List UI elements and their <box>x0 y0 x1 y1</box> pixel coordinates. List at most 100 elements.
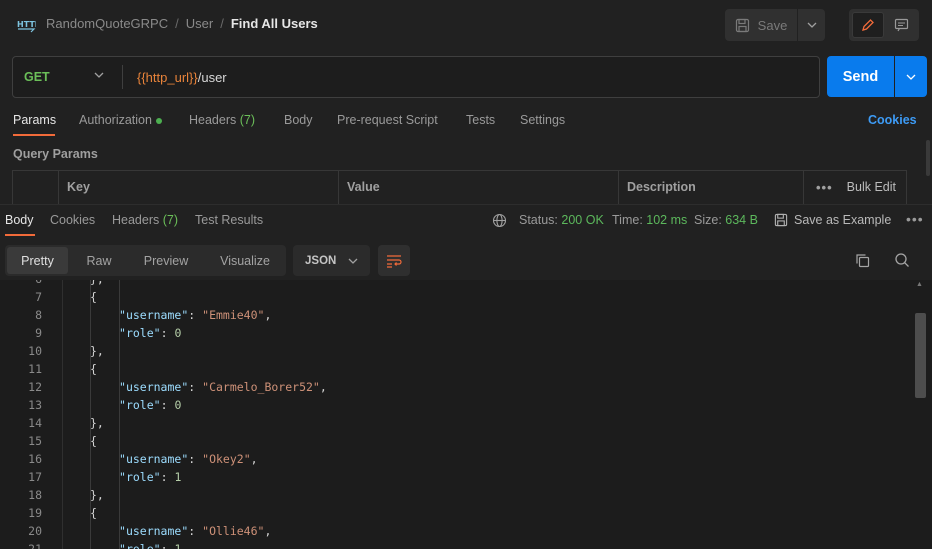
line-number: 10 <box>28 344 42 358</box>
json-quote: " <box>153 398 161 412</box>
tab-headers-label: Headers <box>189 113 237 127</box>
response-tab-headers[interactable]: Headers (7) <box>112 213 178 227</box>
tab-settings[interactable]: Settings <box>520 113 565 127</box>
code-punctuation: { <box>90 290 97 304</box>
code-line: 20 "username": "Ollie46", <box>0 522 900 540</box>
response-headers-label: Headers <box>112 213 160 227</box>
code-line: 17 "role": 1 <box>0 468 900 486</box>
line-number: 20 <box>28 524 42 538</box>
code-text: "role": 0 <box>119 396 181 414</box>
time-label: Time: <box>612 213 643 227</box>
tab-params[interactable]: Params <box>13 113 56 127</box>
comment-icon <box>894 18 908 32</box>
json-colon: : <box>160 326 175 340</box>
request-pane-scrollbar[interactable] <box>926 140 930 176</box>
json-quote: " <box>153 470 161 484</box>
column-description: Description <box>618 170 803 204</box>
tab-pre-request-script[interactable]: Pre-request Script <box>337 113 438 127</box>
pencil-icon <box>862 19 874 31</box>
column-key: Key <box>58 170 338 204</box>
gutter-divider <box>62 280 63 549</box>
method-select[interactable]: GET <box>24 70 50 84</box>
view-preview-button[interactable]: Preview <box>134 247 198 274</box>
json-key: username <box>125 452 182 466</box>
save-as-example-button[interactable]: Save as Example <box>774 213 891 227</box>
code-punctuation: { <box>90 434 97 448</box>
bulk-edit-cell: ••• Bulk Edit <box>803 170 907 204</box>
code-line: 19 { <box>0 504 900 522</box>
json-key: username <box>125 380 182 394</box>
breadcrumb-separator: / <box>220 16 224 31</box>
save-button[interactable]: Save <box>725 9 797 41</box>
json-number: 0 <box>174 326 182 340</box>
scroll-up-arrow[interactable]: ▲ <box>916 281 923 288</box>
pane-divider[interactable] <box>0 204 932 205</box>
tab-body[interactable]: Body <box>284 113 313 127</box>
globe-icon[interactable] <box>492 213 507 228</box>
breadcrumb-folder[interactable]: User <box>186 16 213 31</box>
save-options-button[interactable] <box>798 9 825 41</box>
view-raw-button[interactable]: Raw <box>72 247 126 274</box>
code-text: "username": "Ollie46", <box>119 522 271 540</box>
json-comma: , <box>264 308 272 322</box>
line-number: 11 <box>28 362 42 376</box>
response-scrollbar-thumb[interactable] <box>915 313 926 398</box>
format-select[interactable]: JSON <box>293 245 370 276</box>
code-line: 11 { <box>0 360 900 378</box>
view-pretty-button[interactable]: Pretty <box>7 247 68 274</box>
code-text: }, <box>90 342 104 360</box>
code-line: 13 "role": 0 <box>0 396 900 414</box>
line-number: 18 <box>28 488 42 502</box>
response-tab-cookies[interactable]: Cookies <box>50 213 95 227</box>
json-number: 1 <box>174 470 182 484</box>
comments-button[interactable] <box>886 12 916 38</box>
code-text: { <box>90 288 97 306</box>
code-punctuation: }, <box>90 280 104 286</box>
wrap-lines-icon <box>387 254 402 268</box>
more-icon[interactable]: ••• <box>906 211 924 227</box>
json-key: username <box>125 524 182 538</box>
response-body-editor[interactable]: 6},7{8"username": "Emmie40",9"role": 010… <box>0 280 932 549</box>
edit-mode-button[interactable] <box>852 12 884 38</box>
url-path: /user <box>197 70 227 85</box>
breadcrumb-collection[interactable]: RandomQuoteGRPC <box>46 16 168 31</box>
cookies-link[interactable]: Cookies <box>868 113 917 127</box>
json-quote: " <box>119 308 126 322</box>
code-line: 18}, <box>0 486 900 504</box>
size-value[interactable]: 634 B <box>725 213 758 227</box>
response-tab-test-results[interactable]: Test Results <box>195 213 263 227</box>
line-number: 9 <box>35 326 42 340</box>
chevron-down-icon <box>906 74 916 80</box>
tab-headers[interactable]: Headers (7) <box>189 113 255 127</box>
status-value[interactable]: 200 OK <box>561 213 603 227</box>
line-number: 12 <box>28 380 42 394</box>
send-options-button[interactable] <box>895 56 927 97</box>
wrap-lines-button[interactable] <box>378 245 410 276</box>
chevron-down-icon[interactable] <box>94 72 104 78</box>
query-params-title: Query Params <box>13 147 98 161</box>
time-value[interactable]: 102 ms <box>646 213 687 227</box>
view-visualize-button[interactable]: Visualize <box>210 247 280 274</box>
more-icon[interactable]: ••• <box>816 180 833 195</box>
json-string: Carmelo_Borer52 <box>209 380 313 394</box>
line-number: 6 <box>0 280 42 288</box>
tab-tests[interactable]: Tests <box>466 113 495 127</box>
response-tab-body[interactable]: Body <box>5 213 34 227</box>
copy-icon[interactable] <box>855 253 870 268</box>
code-text: "username": "Okey2", <box>119 450 258 468</box>
line-number: 7 <box>35 290 42 304</box>
json-comma: , <box>250 452 258 466</box>
line-number: 21 <box>28 542 42 549</box>
url-divider <box>122 65 123 89</box>
url-input[interactable]: {{http_url}}/user <box>137 70 227 85</box>
tab-authorization[interactable]: Authorization <box>79 113 162 127</box>
search-icon[interactable] <box>894 252 910 268</box>
bulk-edit-link[interactable]: Bulk Edit <box>847 180 896 194</box>
json-quote: " <box>153 326 161 340</box>
send-button[interactable]: Send <box>827 56 894 97</box>
json-quote: " <box>119 398 126 412</box>
breadcrumb-separator: / <box>175 16 179 31</box>
breadcrumb-request-name[interactable]: Find All Users <box>231 16 318 31</box>
url-bar <box>12 56 820 98</box>
code-punctuation: }, <box>90 488 104 502</box>
